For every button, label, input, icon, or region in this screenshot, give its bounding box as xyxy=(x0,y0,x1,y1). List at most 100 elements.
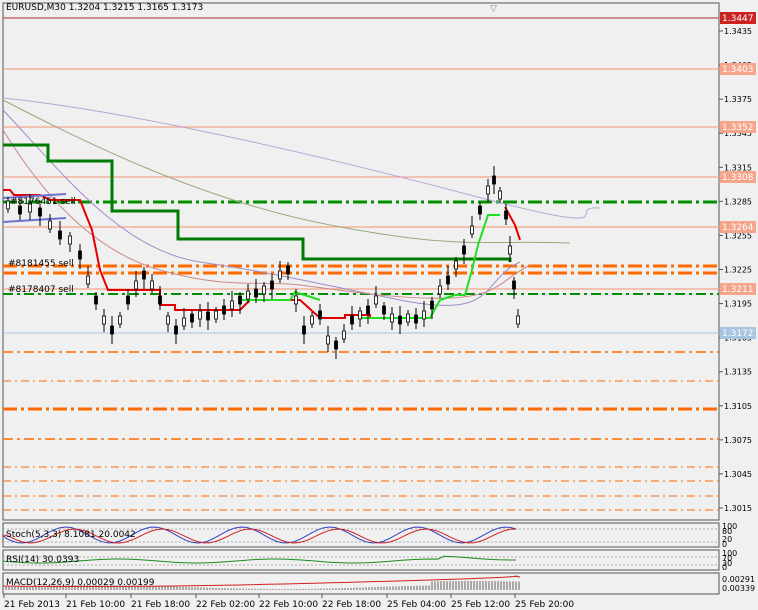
candle-body xyxy=(86,275,90,285)
candle-body xyxy=(390,313,394,323)
candle-body xyxy=(318,310,322,320)
candle-body xyxy=(190,313,194,323)
time-tick-label: 21 Feb 2013 xyxy=(4,600,60,610)
rsi-panel[interactable] xyxy=(2,549,720,571)
macd-scale-bottom: 0.00339 xyxy=(722,584,755,593)
candle-body xyxy=(326,335,330,345)
candle-body xyxy=(286,265,290,275)
candle-body xyxy=(166,315,170,325)
candle-body xyxy=(270,280,274,290)
price-tick-label: 1.3045 xyxy=(724,470,752,479)
time-tick-label: 25 Feb 04:00 xyxy=(387,600,446,610)
trading-chart: 1.34351.34051.33751.33451.33151.32851.32… xyxy=(0,0,758,610)
candle-body xyxy=(478,205,482,215)
candle-body xyxy=(142,270,146,280)
candle-body xyxy=(382,305,386,315)
candle-body xyxy=(78,250,82,260)
price-label-text: 1.3403 xyxy=(722,65,754,75)
candle-body xyxy=(18,205,22,215)
candle-body xyxy=(350,315,354,325)
stoch-label: Stoch(5,3,3) 8.1081 20.0042 xyxy=(6,530,136,540)
scroll-marker-icon[interactable]: ▽ xyxy=(490,4,497,14)
candle-body xyxy=(486,185,490,195)
price-tick-label: 1.3195 xyxy=(724,300,752,309)
candle-body xyxy=(438,285,442,295)
price-label-text: 1.3211 xyxy=(722,285,754,295)
candle-body xyxy=(430,300,434,310)
price-tick-label: 1.3105 xyxy=(724,402,752,411)
candle-body xyxy=(230,300,234,310)
price-label-text: 1.3308 xyxy=(722,173,754,183)
candle-body xyxy=(110,325,114,335)
candle-body xyxy=(118,315,122,325)
time-tick-label: 22 Feb 10:00 xyxy=(259,600,318,610)
candle-body xyxy=(198,310,202,320)
candle-body xyxy=(262,285,266,295)
main-plot-area[interactable] xyxy=(2,2,720,521)
candle-body xyxy=(238,295,242,305)
candle-body xyxy=(158,295,162,305)
candle-body xyxy=(374,295,378,305)
candle-body xyxy=(492,175,496,185)
candle-body xyxy=(334,340,338,350)
candle-body xyxy=(58,230,62,240)
price-label-text: 1.3447 xyxy=(722,14,754,24)
price-label-text: 1.3264 xyxy=(722,223,754,233)
price-tick-label: 1.3435 xyxy=(724,27,752,36)
candle-body xyxy=(222,305,226,315)
candle-body xyxy=(38,207,42,217)
chart-canvas[interactable]: 1.34351.34051.33751.33451.33151.32851.32… xyxy=(0,0,758,610)
candle-body xyxy=(398,315,402,325)
time-tick-label: 21 Feb 18:00 xyxy=(131,600,190,610)
stoch-scale-0: 0 xyxy=(722,540,727,549)
time-tick-label: 25 Feb 12:00 xyxy=(451,600,510,610)
price-axis: 1.34351.34051.33751.33451.33151.32851.32… xyxy=(719,27,752,513)
candle-body xyxy=(422,310,426,320)
time-tick-label: 22 Feb 18:00 xyxy=(322,600,381,610)
candle-body xyxy=(134,280,138,290)
time-axis: 21 Feb 2013 21 Feb 10:00 21 Feb 18:00 22 Fe… xyxy=(3,594,574,610)
price-tick-label: 1.3285 xyxy=(724,197,752,206)
candle-body xyxy=(48,220,52,230)
price-tick-label: 1.3135 xyxy=(724,368,752,377)
candle-body xyxy=(310,315,314,325)
time-tick-label: 21 Feb 10:00 xyxy=(66,600,125,610)
candle-body xyxy=(182,317,186,327)
rsi-scale-0: 0 xyxy=(722,563,727,572)
order-label-1[interactable]: #8176451 sell xyxy=(10,197,76,207)
candle-body xyxy=(126,295,130,305)
price-label-text: 1.3352 xyxy=(722,123,754,133)
price-tick-label: 1.3375 xyxy=(724,95,752,104)
candle-body xyxy=(414,314,418,324)
candle-body xyxy=(446,275,450,285)
candle-body xyxy=(508,245,512,255)
time-tick-label: 25 Feb 20:00 xyxy=(515,600,574,610)
candle-body xyxy=(206,311,210,321)
candle-body xyxy=(302,325,306,335)
price-tick-label: 1.3075 xyxy=(724,436,752,445)
candle-body xyxy=(454,260,458,270)
candle-body xyxy=(358,310,362,320)
candle-body xyxy=(68,235,72,245)
price-tick-label: 1.3225 xyxy=(724,266,752,275)
candle-body xyxy=(102,315,106,325)
macd-label: MACD(12,26,9) 0.00029 0.00199 xyxy=(6,578,155,588)
order-label-3[interactable]: #8178407 sell xyxy=(8,285,74,295)
candle-body xyxy=(406,313,410,323)
candle-body xyxy=(504,210,508,220)
candle-body xyxy=(294,295,298,305)
rsi-label: RSI(14) 30.0393 xyxy=(6,555,79,565)
chart-title: EURUSD,M30 1.3204 1.3215 1.3165 1.3173 xyxy=(6,3,204,13)
candle-body xyxy=(246,290,250,300)
candle-body xyxy=(94,295,98,305)
candle-body xyxy=(498,190,502,200)
candle-body xyxy=(470,225,474,235)
candle-body xyxy=(254,288,258,298)
order-label-2[interactable]: #8181455 sell xyxy=(8,259,74,269)
candle-body xyxy=(462,245,466,255)
candle-body xyxy=(516,315,520,325)
candle-body xyxy=(214,310,218,320)
macd-scale-top: 0.00291 xyxy=(722,575,755,584)
price-tick-label: 1.3315 xyxy=(724,163,752,172)
candle-body xyxy=(342,330,346,340)
